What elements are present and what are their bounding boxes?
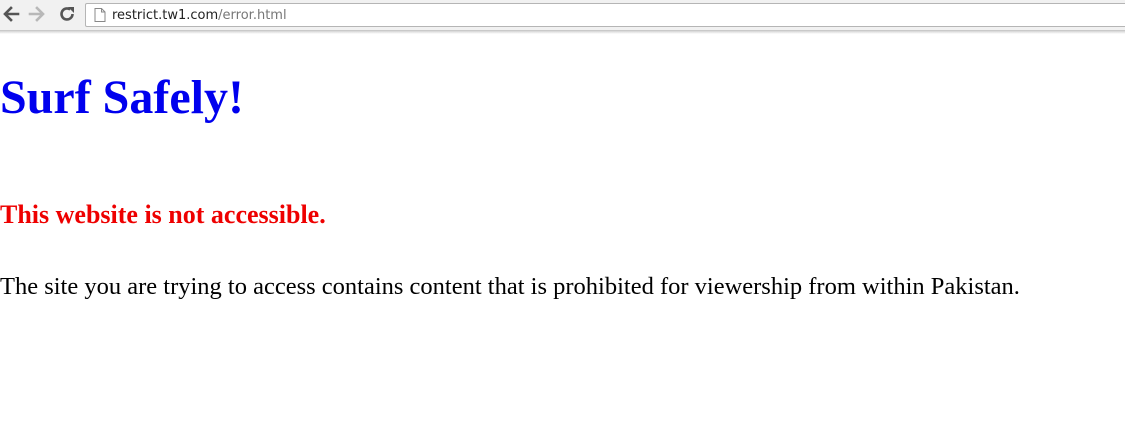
toolbar-divider [0,31,1125,34]
reload-button[interactable] [56,3,78,25]
page-message: The site you are trying to access contai… [0,273,1020,300]
page-subtitle: This website is not accessible. [0,200,326,229]
forward-button[interactable] [26,3,48,25]
forward-arrow-icon [28,6,45,22]
back-arrow-icon [3,6,20,22]
browser-toolbar: restrict.tw1.com/error.html [0,0,1125,31]
back-button[interactable] [0,3,22,25]
reload-icon [60,7,74,21]
address-bar[interactable]: restrict.tw1.com/error.html [85,3,1125,27]
url-text: restrict.tw1.com/error.html [112,8,287,23]
url-host: restrict.tw1.com [112,7,219,23]
url-path: /error.html [218,7,287,23]
page-title: Surf Safely! [0,71,244,124]
page-icon [94,8,106,22]
